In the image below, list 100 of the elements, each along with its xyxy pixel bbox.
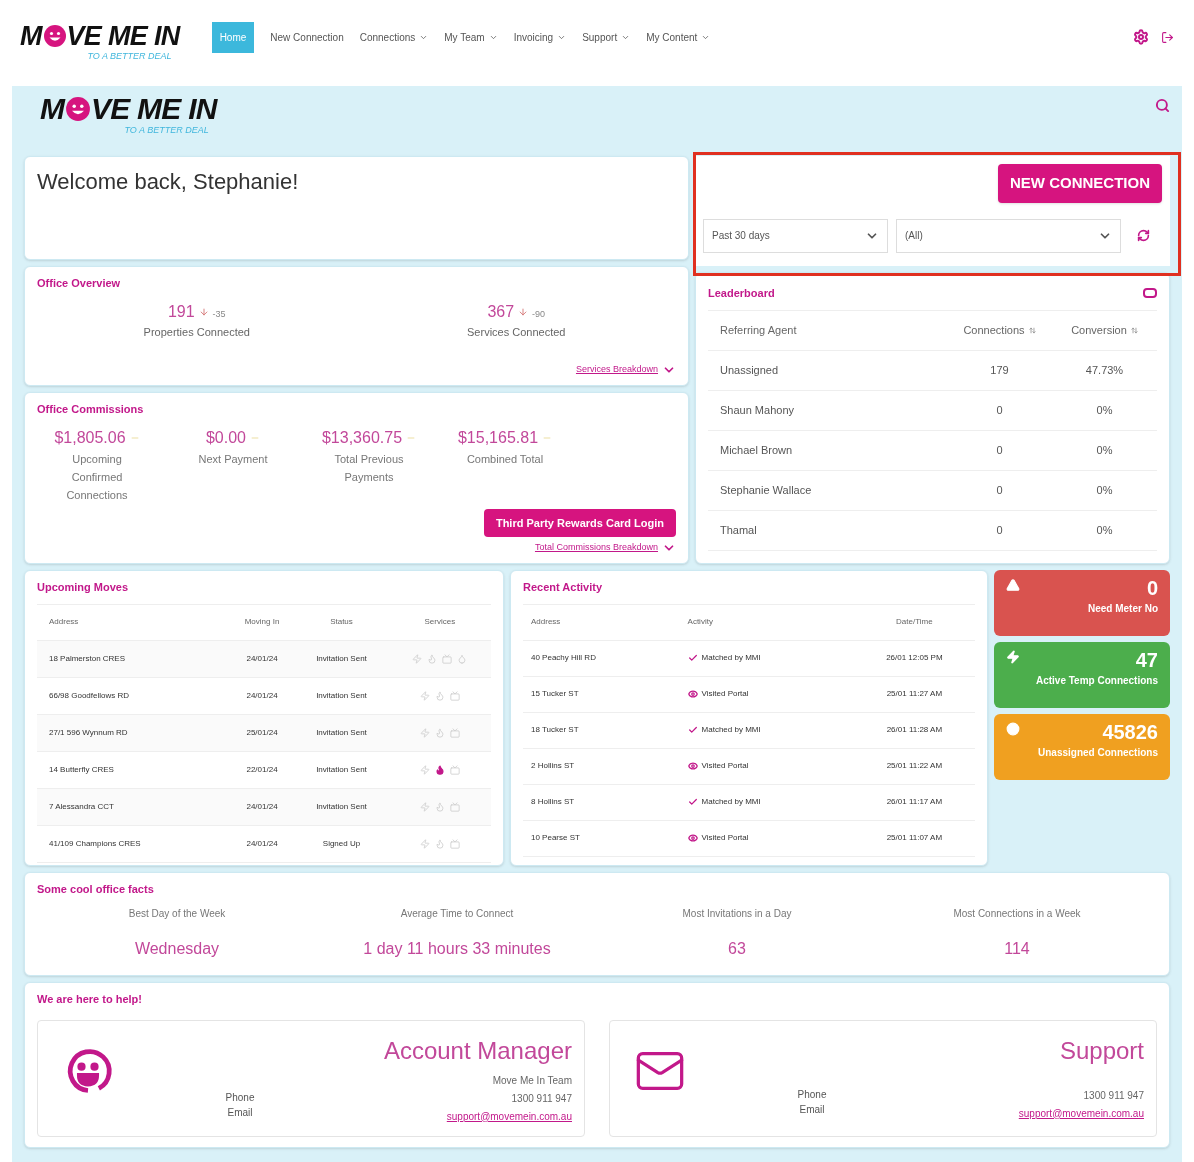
column-header[interactable]: Conversion bbox=[1052, 310, 1157, 350]
table-cell: 0 bbox=[947, 470, 1052, 510]
logo-tagline: TO A BETTER DEAL bbox=[87, 49, 173, 63]
logout-icon[interactable] bbox=[1161, 30, 1174, 44]
table-cell: 0% bbox=[1052, 510, 1157, 550]
rewards-login-button[interactable]: Third Party Rewards Card Login bbox=[483, 508, 676, 537]
nav-item[interactable]: Support bbox=[582, 21, 631, 53]
search-icon[interactable] bbox=[1155, 98, 1170, 113]
table-cell: Michael Brown bbox=[708, 430, 947, 470]
table-cell: 26/01 11:17 AM bbox=[853, 784, 975, 820]
arrow-down-icon bbox=[518, 306, 529, 317]
stat-label: Properties Connected bbox=[143, 324, 250, 340]
fact-value: Wednesday bbox=[134, 938, 220, 959]
activity-text: Matched by MMI bbox=[701, 796, 761, 808]
email-link[interactable]: support@movemein.com.au bbox=[446, 1108, 572, 1124]
tile-value: 45826 bbox=[1102, 722, 1158, 742]
table-cell: 25/01 11:07 AM bbox=[853, 820, 975, 856]
table-cell: Invitation Sent bbox=[294, 677, 389, 714]
nav-item[interactable]: New Connection bbox=[270, 21, 344, 53]
table-cell: 24/01/24 bbox=[229, 677, 295, 714]
card-title: Upcoming Moves bbox=[37, 580, 130, 595]
stat-label: Upcoming Confirmed Connections bbox=[65, 451, 129, 503]
table-cell: 24/01/24 bbox=[229, 640, 295, 677]
breakdown-link[interactable]: Services Breakdown bbox=[575, 363, 658, 377]
tile-value: 0 bbox=[1146, 578, 1158, 598]
stat-value: 367 bbox=[487, 301, 515, 322]
card-title: Office Overview bbox=[37, 276, 122, 291]
stat-tile[interactable]: 0 Need Meter No bbox=[994, 570, 1170, 636]
column-header: Address bbox=[523, 604, 680, 640]
stat-value: $15,165.81 bbox=[457, 427, 539, 448]
table-cell: 10 Pearse ST bbox=[523, 820, 680, 856]
fact-value: 114 bbox=[1004, 938, 1030, 959]
column-header[interactable]: Connections bbox=[947, 310, 1052, 350]
table-cell: 26/01 11:28 AM bbox=[853, 712, 975, 748]
fact-label: Most Invitations in a Day bbox=[682, 906, 792, 921]
table-cell: 179 bbox=[947, 350, 1052, 390]
filter-dropdown[interactable]: Past 30 days bbox=[703, 218, 888, 253]
stat-label: Services Connected bbox=[467, 324, 566, 340]
contact-label: Phone bbox=[225, 1090, 255, 1105]
smiley-icon bbox=[65, 96, 91, 122]
fact-value: 63 bbox=[728, 938, 746, 959]
activity-text: Matched by MMI bbox=[701, 652, 761, 664]
table-cell: 15 Tucker ST bbox=[523, 676, 680, 712]
table-cell: 0 bbox=[947, 510, 1052, 550]
stat-change: -35 bbox=[212, 307, 226, 321]
table-cell: 24/01/24 bbox=[229, 788, 295, 825]
table-cell: 25/01 11:22 AM bbox=[853, 748, 975, 784]
filter-dropdown[interactable]: (All) bbox=[896, 218, 1121, 253]
bolt-icon bbox=[1006, 650, 1020, 664]
refresh-icon[interactable] bbox=[1137, 229, 1150, 242]
stat-change: -90 bbox=[532, 307, 546, 321]
eye-icon bbox=[687, 761, 698, 771]
table-cell: 0% bbox=[1052, 430, 1157, 470]
stat-value: $1,805.06 bbox=[54, 427, 126, 448]
smiley-icon bbox=[42, 24, 67, 49]
window-icon[interactable] bbox=[1143, 288, 1157, 299]
column-header: Services bbox=[388, 604, 491, 640]
contact-label: Email bbox=[799, 1102, 825, 1117]
activity-text: Visited Portal bbox=[701, 832, 749, 844]
table-cell: 7 Alessandra CCT bbox=[37, 788, 230, 825]
activity-text: Visited Portal bbox=[701, 688, 749, 700]
eye-icon bbox=[687, 833, 698, 843]
contact-title: Account Manager bbox=[383, 1035, 572, 1066]
column-header: Activity bbox=[679, 604, 854, 640]
contact-phone: 1300 911 947 bbox=[1083, 1088, 1144, 1103]
tile-label: Unassigned Connections bbox=[1038, 748, 1158, 758]
table-cell: 26/01 12:05 PM bbox=[853, 640, 975, 676]
card-title: Office Commissions bbox=[37, 402, 145, 417]
nav-item[interactable]: My Content bbox=[646, 21, 711, 53]
nav-item[interactable]: Connections bbox=[359, 21, 429, 53]
nav-item[interactable]: Invoicing bbox=[513, 21, 567, 53]
table-cell: 18 Palmerston CRES bbox=[37, 640, 230, 677]
table-cell: 14 Butterfly CRES bbox=[37, 751, 230, 788]
table-cell: 47.73% bbox=[1052, 350, 1157, 390]
table-cell: 0 bbox=[947, 390, 1052, 430]
stat-label: Combined Total bbox=[465, 451, 545, 467]
logo-text: M bbox=[40, 94, 65, 124]
contact-phone: 1300 911 947 bbox=[511, 1091, 572, 1106]
card-title: Some cool office facts bbox=[37, 882, 155, 897]
contact-label: Email bbox=[227, 1105, 253, 1120]
table-cell: 22/01/24 bbox=[229, 751, 295, 788]
column-header: Moving In bbox=[229, 604, 295, 640]
fact-value: 1 day 11 hours 33 minutes bbox=[363, 938, 551, 959]
nav-item[interactable]: My Team bbox=[444, 21, 498, 53]
breakdown-link[interactable]: Total Commissions Breakdown bbox=[534, 541, 658, 555]
new-connection-button[interactable]: NEW CONNECTION bbox=[998, 164, 1162, 203]
table-cell: 0 bbox=[947, 430, 1052, 470]
table-cell: 0% bbox=[1052, 390, 1157, 430]
email-link[interactable]: support@movemein.com.au bbox=[1018, 1105, 1144, 1121]
sort-icon[interactable] bbox=[1028, 326, 1036, 334]
settings-icon[interactable] bbox=[1133, 29, 1149, 45]
table-cell: 27/1 596 Wynnum RD bbox=[37, 714, 230, 751]
table-cell: 24/01/24 bbox=[229, 825, 295, 862]
table-cell: 25/01 11:27 AM bbox=[853, 676, 975, 712]
logo-text: M bbox=[20, 22, 43, 50]
sort-icon[interactable] bbox=[1130, 326, 1138, 334]
column-header: Address bbox=[37, 604, 230, 640]
logo-text: VE ME IN bbox=[66, 22, 180, 50]
table-cell: Invitation Sent bbox=[294, 714, 389, 751]
tile-label: Active Temp Connections bbox=[1035, 676, 1158, 686]
